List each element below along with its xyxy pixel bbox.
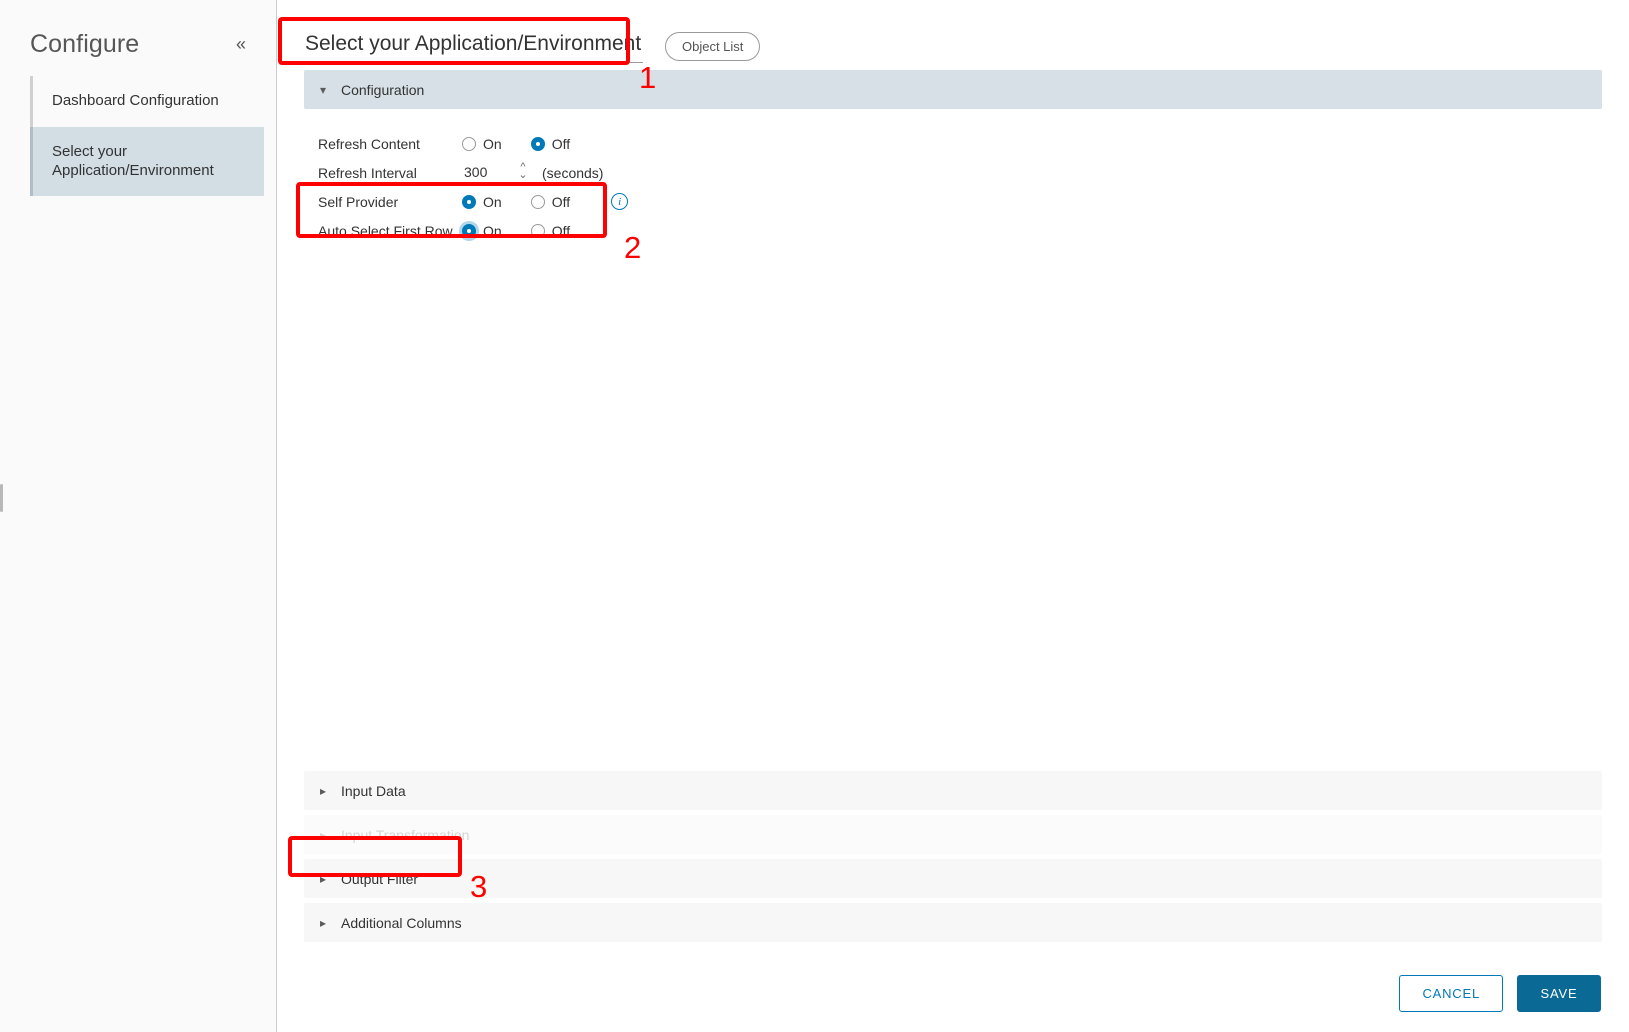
- self-provider-radio-group: On Off: [462, 194, 599, 210]
- dialog-footer: CANCEL SAVE: [277, 955, 1629, 1032]
- section-label: Configuration: [341, 82, 424, 98]
- section-header-additional-columns[interactable]: ▸ Additional Columns: [304, 903, 1602, 942]
- refresh-content-on-option[interactable]: On: [462, 136, 502, 152]
- section-label: Input Data: [341, 783, 406, 799]
- save-button[interactable]: SAVE: [1517, 975, 1601, 1012]
- chevron-right-icon: ▸: [320, 785, 330, 797]
- row-label: Refresh Interval: [318, 165, 462, 181]
- radio-indicator[interactable]: [531, 137, 545, 151]
- object-list-button[interactable]: Object List: [665, 32, 760, 61]
- sidebar: Configure « Dashboard Configuration Sele…: [0, 0, 277, 1032]
- sidebar-item-label-line-2: Application/Environment: [52, 162, 244, 181]
- chevron-right-icon: ▸: [320, 873, 330, 885]
- chevron-down-icon[interactable]: ⌄: [518, 172, 527, 180]
- self-provider-off-option[interactable]: Off: [531, 194, 570, 210]
- content-area: ▾ Configuration Refresh Content On Off: [277, 70, 1629, 955]
- main-panel: Object List ▾ Configuration Refresh Cont…: [277, 0, 1629, 1032]
- section-header-output-filter[interactable]: ▸ Output Filter: [304, 859, 1602, 898]
- row-label: Self Provider: [318, 194, 462, 210]
- radio-indicator[interactable]: [462, 195, 476, 209]
- radio-label: Off: [552, 136, 570, 152]
- auto-select-first-row-off-option[interactable]: Off: [531, 223, 570, 239]
- row-self-provider: Self Provider On Off i: [318, 187, 1602, 216]
- sidebar-item-select-your-application-environment[interactable]: Select your Application/Environment: [32, 127, 264, 197]
- row-refresh-content: Refresh Content On Off: [318, 129, 1602, 158]
- panel-resize-handle[interactable]: [0, 484, 3, 512]
- refresh-interval-units: (seconds): [542, 165, 603, 181]
- refresh-content-radio-group: On Off: [462, 136, 599, 152]
- section-label: Output Filter: [341, 871, 418, 887]
- sidebar-item-label: Dashboard Configuration: [52, 92, 244, 111]
- row-label: Auto Select First Row: [318, 223, 462, 239]
- flexible-spacer: [304, 245, 1602, 771]
- cancel-button[interactable]: CANCEL: [1399, 975, 1503, 1012]
- radio-label: Off: [552, 223, 570, 239]
- self-provider-on-option[interactable]: On: [462, 194, 502, 210]
- chevron-right-icon: ▸: [320, 917, 330, 929]
- refresh-interval-input[interactable]: [462, 163, 510, 183]
- sidebar-item-label-line-1: Select your: [52, 143, 244, 162]
- configuration-form: Refresh Content On Off Refresh: [304, 109, 1602, 245]
- radio-indicator[interactable]: [462, 224, 476, 238]
- sidebar-title: Configure: [30, 30, 139, 59]
- sidebar-item-list: Dashboard Configuration Select your Appl…: [0, 76, 276, 196]
- title-input[interactable]: [303, 30, 643, 63]
- radio-indicator[interactable]: [531, 224, 545, 238]
- bottom-section-list: ▸ Input Data ▸ Input Transformation ▸ Ou…: [304, 771, 1602, 955]
- info-icon[interactable]: i: [611, 193, 628, 210]
- section-header-configuration[interactable]: ▾ Configuration: [304, 70, 1602, 109]
- section-header-input-transformation: ▸ Input Transformation: [304, 815, 1602, 854]
- radio-label: On: [483, 136, 502, 152]
- row-auto-select-first-row: Auto Select First Row On Off: [318, 216, 1602, 245]
- radio-indicator[interactable]: [531, 195, 545, 209]
- double-chevron-left-icon[interactable]: «: [232, 33, 250, 55]
- sidebar-header: Configure «: [0, 0, 276, 66]
- row-label: Refresh Content: [318, 136, 462, 152]
- number-stepper[interactable]: ^ ⌄: [516, 162, 530, 183]
- main-header: Object List: [277, 0, 1629, 70]
- radio-label: Off: [552, 194, 570, 210]
- row-refresh-interval: Refresh Interval ^ ⌄ (seconds): [318, 158, 1602, 187]
- auto-select-first-row-radio-group: On Off: [462, 223, 599, 239]
- auto-select-first-row-on-option[interactable]: On: [462, 223, 502, 239]
- section-label: Input Transformation: [341, 827, 469, 843]
- chevron-right-icon: ▸: [320, 829, 330, 841]
- section-label: Additional Columns: [341, 915, 462, 931]
- radio-label: On: [483, 223, 502, 239]
- sidebar-item-dashboard-configuration[interactable]: Dashboard Configuration: [32, 76, 264, 127]
- section-header-input-data[interactable]: ▸ Input Data: [304, 771, 1602, 810]
- refresh-content-off-option[interactable]: Off: [531, 136, 570, 152]
- radio-indicator[interactable]: [462, 137, 476, 151]
- radio-label: On: [483, 194, 502, 210]
- chevron-down-icon: ▾: [320, 84, 330, 96]
- configure-dialog: Configure « Dashboard Configuration Sele…: [0, 0, 1629, 1032]
